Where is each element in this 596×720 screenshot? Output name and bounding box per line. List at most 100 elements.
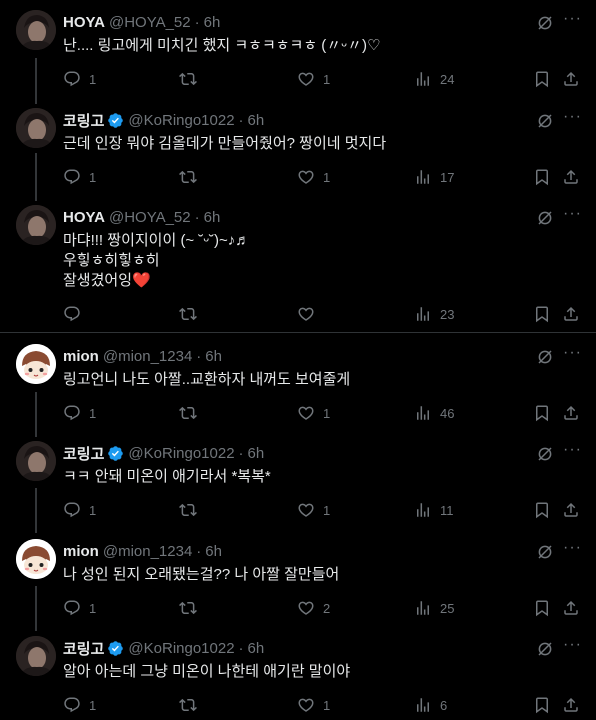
tweet[interactable]: 코링고 @KoRingo1022 · 6h ··· 알아 아는데 그냥 미온이 나한테 애… (0, 636, 596, 720)
tweet[interactable]: 코링고 @KoRingo1022 · 6h ··· ㅋㅋ 안돼 미온이 애기라서 *복복*… (0, 441, 596, 525)
user-handle[interactable]: @KoRingo1022 (128, 112, 234, 129)
display-name[interactable]: mion (63, 543, 99, 560)
repost-icon (179, 696, 197, 714)
user-handle[interactable]: @KoRingo1022 (128, 640, 234, 657)
reply-button[interactable]: 1 (63, 70, 96, 88)
bookmark-button[interactable] (533, 696, 551, 714)
share-button[interactable] (562, 501, 580, 519)
like-count: 1 (323, 502, 331, 518)
repost-button[interactable] (179, 305, 205, 323)
avatar[interactable] (16, 441, 56, 481)
grok-icon[interactable] (536, 112, 554, 130)
display-name[interactable]: 코링고 (63, 638, 104, 659)
grok-icon[interactable] (536, 14, 554, 32)
display-name[interactable]: HOYA (63, 14, 105, 31)
reply-button[interactable]: 1 (63, 599, 96, 617)
views-count[interactable]: 11 (414, 501, 454, 519)
reply-button[interactable]: 1 (63, 168, 96, 186)
repost-button[interactable] (179, 501, 205, 519)
share-button[interactable] (562, 70, 580, 88)
avatar[interactable] (16, 636, 56, 676)
bookmark-button[interactable] (533, 404, 551, 422)
timestamp[interactable]: 6h (248, 112, 265, 129)
more-icon[interactable]: ··· (563, 441, 582, 459)
views-count[interactable]: 24 (414, 70, 454, 88)
grok-icon[interactable] (536, 209, 554, 227)
share-button[interactable] (562, 696, 580, 714)
bookmark-icon (533, 696, 551, 714)
reply-button[interactable] (63, 305, 89, 323)
views-count[interactable]: 25 (414, 599, 454, 617)
like-button[interactable]: 2 (297, 599, 330, 617)
repost-button[interactable] (179, 696, 205, 714)
repost-button[interactable] (179, 404, 205, 422)
reply-button[interactable]: 1 (63, 696, 96, 714)
verified-badge-icon (107, 445, 124, 462)
share-button[interactable] (562, 404, 580, 422)
views-count[interactable]: 46 (414, 404, 454, 422)
avatar[interactable] (16, 10, 56, 50)
grok-icon[interactable] (536, 445, 554, 463)
repost-button[interactable] (179, 70, 205, 88)
like-button[interactable]: 1 (297, 404, 330, 422)
tweet[interactable]: HOYA @HOYA_52 · 6h ··· 난.... 링고에게 미치긴 했지 ㅋㅎㅋㅎ… (0, 10, 596, 94)
more-icon[interactable]: ··· (563, 344, 582, 362)
more-icon[interactable]: ··· (563, 10, 582, 28)
grok-icon[interactable] (536, 543, 554, 561)
display-name[interactable]: HOYA (63, 209, 105, 226)
separator-dot: · (196, 542, 202, 560)
bookmark-button[interactable] (533, 168, 551, 186)
display-name[interactable]: mion (63, 348, 99, 365)
views-count[interactable]: 17 (414, 168, 454, 186)
timestamp[interactable]: 6h (205, 543, 222, 560)
repost-button[interactable] (179, 599, 205, 617)
user-handle[interactable]: @HOYA_52 (109, 14, 191, 31)
like-button[interactable]: 1 (297, 168, 330, 186)
share-icon (562, 404, 580, 422)
tweet[interactable]: HOYA @HOYA_52 · 6h ··· 마댜!!! 짱이지이이 (~ ˘ᵕ˘)~♪♬… (0, 205, 596, 329)
tweet-text: ㅋㅋ 안돼 미온이 애기라서 *복복* (63, 467, 271, 487)
user-handle[interactable]: @mion_1234 (103, 543, 192, 560)
display-name[interactable]: 코링고 (63, 110, 104, 131)
timestamp[interactable]: 6h (248, 640, 265, 657)
tweet[interactable]: mion @mion_1234 · 6h ··· 링고언니 나도 아짤..교환하자 내꺼도… (0, 344, 596, 428)
bookmark-button[interactable] (533, 599, 551, 617)
reply-button[interactable]: 1 (63, 501, 96, 519)
views-count[interactable]: 6 (414, 696, 447, 714)
like-button[interactable]: 1 (297, 696, 330, 714)
user-handle[interactable]: @HOYA_52 (109, 209, 191, 226)
grok-icon[interactable] (536, 640, 554, 658)
more-icon[interactable]: ··· (563, 636, 582, 654)
bookmark-button[interactable] (533, 70, 551, 88)
bookmark-button[interactable] (533, 305, 551, 323)
views-count[interactable]: 23 (414, 305, 454, 323)
tweet-actions: 1 1 24 (63, 70, 583, 90)
user-handle[interactable]: @mion_1234 (103, 348, 192, 365)
timestamp[interactable]: 6h (248, 445, 265, 462)
share-button[interactable] (562, 305, 580, 323)
more-icon[interactable]: ··· (563, 205, 582, 223)
like-button[interactable]: 1 (297, 501, 330, 519)
tweet[interactable]: mion @mion_1234 · 6h ··· 나 성인 된지 오래됐는걸?? 나 아짤… (0, 539, 596, 623)
avatar[interactable] (16, 539, 56, 579)
avatar[interactable] (16, 108, 56, 148)
more-icon[interactable]: ··· (563, 108, 582, 126)
share-button[interactable] (562, 599, 580, 617)
reply-icon (63, 599, 81, 617)
repost-button[interactable] (179, 168, 205, 186)
timestamp[interactable]: 6h (205, 348, 222, 365)
avatar[interactable] (16, 344, 56, 384)
tweet[interactable]: 코링고 @KoRingo1022 · 6h ··· 근데 인장 뭐야 김올데가 만들어줬어… (0, 108, 596, 192)
grok-icon[interactable] (536, 348, 554, 366)
timestamp[interactable]: 6h (204, 209, 221, 226)
more-icon[interactable]: ··· (563, 539, 582, 557)
display-name[interactable]: 코링고 (63, 443, 104, 464)
like-button[interactable] (297, 305, 323, 323)
avatar[interactable] (16, 205, 56, 245)
reply-button[interactable]: 1 (63, 404, 96, 422)
bookmark-button[interactable] (533, 501, 551, 519)
like-button[interactable]: 1 (297, 70, 330, 88)
timestamp[interactable]: 6h (204, 14, 221, 31)
share-button[interactable] (562, 168, 580, 186)
user-handle[interactable]: @KoRingo1022 (128, 445, 234, 462)
